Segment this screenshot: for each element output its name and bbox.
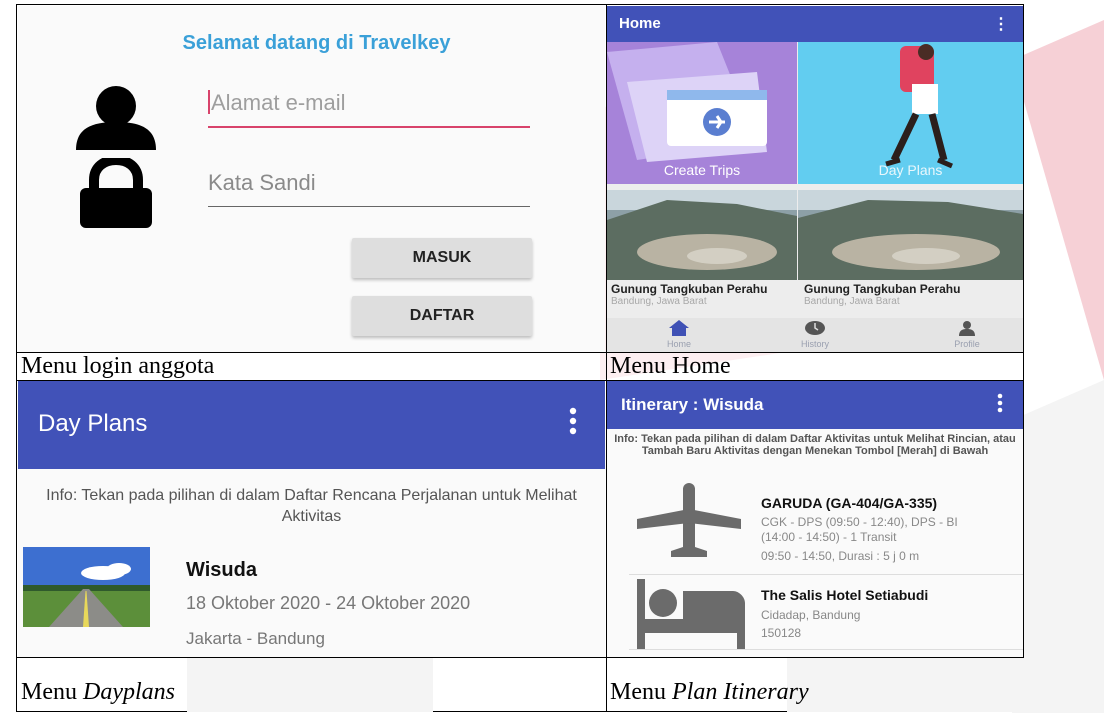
hotel-code: 150128	[761, 626, 802, 640]
caption-highlight	[187, 658, 433, 712]
caption-login: Menu login anggota	[21, 353, 215, 379]
destination-title: Gunung Tangkuban Perahu	[611, 282, 768, 296]
flight-route: CGK - DPS (09:50 - 12:40), DPS - BI	[761, 515, 958, 529]
more-vert-icon[interactable]	[569, 407, 577, 435]
history-icon	[805, 321, 825, 335]
info-text: Info: Tekan pada pilihan di dalam Daftar…	[46, 487, 577, 525]
flight-route-cont: (14:00 - 14:50) - 1 Transit	[761, 530, 897, 544]
email-field[interactable]: Alamat e-mail	[208, 90, 530, 128]
nav-profile-label: Profile	[954, 339, 980, 349]
email-placeholder: Alamat e-mail	[211, 90, 346, 115]
itinerary-screen: Itinerary : Wisuda Info: Tekan pada pili…	[607, 381, 1023, 657]
flight-duration: 09:50 - 14:50, Durasi : 5 j 0 m	[761, 549, 920, 563]
daftar-button[interactable]: DAFTAR	[352, 296, 532, 336]
create-trips-label: Create Trips	[663, 162, 741, 178]
create-trips-tile[interactable]: Create Trips	[607, 42, 797, 184]
app-bar: Day Plans	[18, 381, 605, 469]
mountain-crater-photo	[607, 190, 797, 280]
hotel-bed-icon	[637, 579, 745, 649]
caption-dayplans-italic: Dayplans	[83, 679, 175, 705]
caption-highlight	[787, 658, 1024, 712]
app-bar-title: Day Plans	[38, 410, 148, 437]
nav-history[interactable]: History	[775, 320, 855, 349]
plan-location: Jakarta - Bandung	[186, 629, 325, 648]
bottom-navigation: Home History Profile	[607, 318, 1023, 352]
hotel-title[interactable]: The Salis Hotel Setiabudi	[761, 587, 928, 603]
app-bar-title: Home	[619, 15, 661, 32]
list-divider	[629, 649, 1023, 650]
caption-home: Menu Home	[610, 353, 731, 379]
person-icon	[76, 86, 156, 150]
destination-card-info[interactable]: Gunung Tangkuban Perahu Bandung, Jawa Ba…	[611, 282, 816, 307]
destination-card-image[interactable]	[607, 190, 797, 280]
app-bar: Home ⋮	[607, 6, 1023, 42]
mountain-crater-photo	[798, 190, 1023, 280]
nav-home-label: Home	[666, 339, 691, 349]
more-vert-icon[interactable]	[997, 393, 1003, 413]
lock-icon	[80, 158, 152, 228]
text-cursor	[208, 90, 210, 114]
list-divider	[629, 574, 1023, 575]
login-screen: Selamat datang di Travelkey Alamat e-mai…	[18, 6, 605, 352]
nav-profile[interactable]: Profile	[927, 320, 1007, 349]
app-bar-title: Itinerary : Wisuda	[621, 395, 764, 414]
destination-card-info[interactable]: Gunung Tangkuban Perahu Bandung, Jawa Ba…	[804, 282, 1009, 307]
caption-itinerary-italic: Plan Itinerary	[672, 679, 809, 705]
password-field[interactable]: Kata Sandi	[208, 170, 530, 207]
caption-dayplans: Menu Dayplans	[21, 679, 175, 706]
home-screen: Home ⋮ Create Trips Day Plans Gunung Tan…	[607, 6, 1023, 352]
flight-title[interactable]: GARUDA (GA-404/GA-335)	[761, 495, 937, 511]
hotel-location: Cidadap, Bandung	[761, 608, 861, 622]
welcome-title: Selamat datang di Travelkey	[182, 32, 451, 54]
more-vert-icon[interactable]: ⋮	[993, 14, 1009, 34]
info-text: Info: Tekan pada pilihan di dalam Daftar…	[614, 433, 1016, 457]
plan-name[interactable]: Wisuda	[186, 559, 257, 582]
caption-dayplans-prefix: Menu	[21, 679, 83, 705]
day-plans-label: Day Plans	[878, 162, 943, 178]
road-landscape-photo	[23, 547, 150, 627]
dayplans-screen: Day Plans Info: Tekan pada pilihan di da…	[18, 381, 605, 657]
app-bar: Itinerary : Wisuda	[607, 381, 1023, 429]
password-placeholder: Kata Sandi	[208, 170, 316, 195]
caption-itinerary-prefix: Menu	[610, 679, 672, 705]
home-icon	[669, 320, 689, 336]
destination-subtitle: Bandung, Jawa Barat	[804, 296, 900, 307]
airplane-icon	[637, 483, 741, 557]
destination-card-image[interactable]	[798, 190, 1023, 280]
nav-home[interactable]: Home	[639, 320, 719, 349]
caption-itinerary: Menu Plan Itinerary	[610, 679, 809, 706]
screenshot-grid: Selamat datang di Travelkey Alamat e-mai…	[16, 4, 1024, 712]
destination-title: Gunung Tangkuban Perahu	[804, 282, 961, 296]
nav-history-label: History	[800, 339, 829, 349]
person-icon	[959, 321, 975, 336]
plan-dates: 18 Oktober 2020 - 24 Oktober 2020	[186, 593, 471, 613]
masuk-button[interactable]: MASUK	[352, 238, 532, 278]
destination-subtitle: Bandung, Jawa Barat	[611, 296, 707, 307]
day-plans-tile[interactable]: Day Plans	[798, 42, 1023, 184]
